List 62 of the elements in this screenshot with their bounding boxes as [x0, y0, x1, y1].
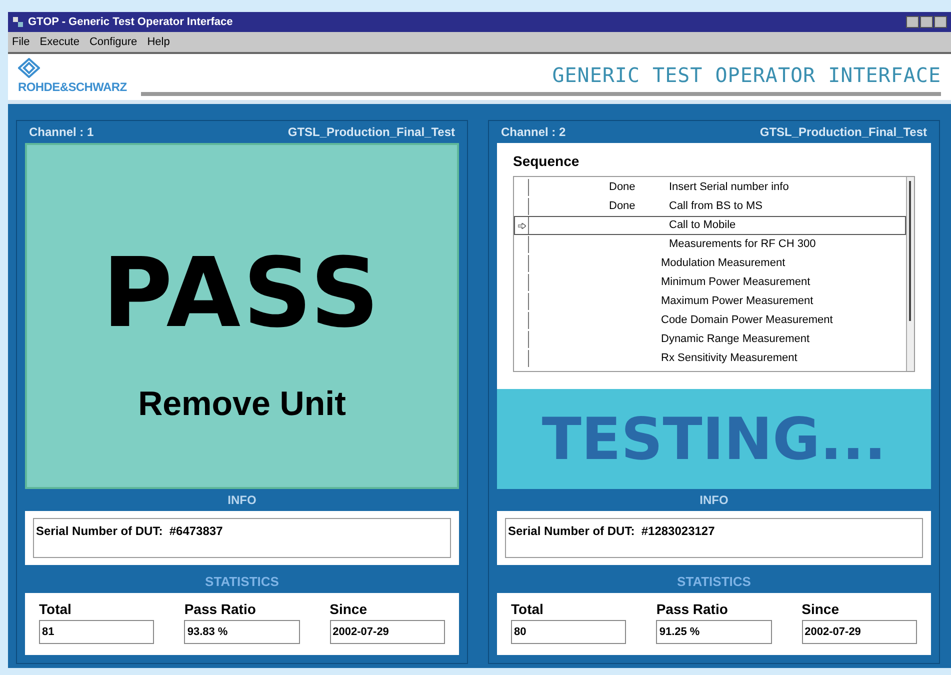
result-headline: PASS — [102, 245, 382, 341]
step-status: Done — [609, 181, 636, 194]
stat-label: Pass Ratio — [656, 600, 729, 619]
menu-item[interactable]: Help — [147, 34, 170, 50]
stat-field: 2002-07-29 — [802, 620, 917, 644]
stat-label: Total — [39, 600, 72, 619]
stat-label: Since — [802, 600, 840, 619]
step-name: Modulation Measurement — [661, 256, 786, 272]
step-name: Minimum Power Measurement — [661, 275, 810, 290]
step-name: Code Domain Power Measurement — [661, 313, 833, 328]
status-text: TESTING... — [542, 404, 886, 474]
sequence-title: Sequence — [513, 152, 580, 171]
stat-field: 91.25 % — [656, 620, 772, 644]
sequence-row[interactable]: Measurements for RF CH 300 — [514, 235, 906, 254]
sequence-row[interactable]: Modulation Measurement — [514, 254, 906, 273]
close-button[interactable] — [934, 16, 947, 28]
stat-field: 80 — [511, 620, 626, 644]
window-title: GTOP - Generic Test Operator Interface — [28, 14, 234, 30]
sequence-row[interactable]: Done Call from BS to MS — [514, 197, 906, 216]
channel-label: Channel : 1 — [29, 124, 94, 141]
sequence-row[interactable]: Call to Mobile — [514, 216, 906, 235]
step-name: Rx Sensitivity Measurement — [661, 351, 798, 366]
stat-field: 81 — [39, 620, 154, 644]
arrow-icon — [518, 222, 526, 228]
sequence-row[interactable]: Minimum Power Measurement — [514, 273, 906, 292]
sequence-row[interactable]: Code Domain Power Measurement — [514, 311, 906, 330]
test-name: GTSL_Production_Final_Test — [760, 124, 927, 141]
step-status: Done — [609, 200, 636, 212]
app-icon — [12, 16, 24, 28]
step-name: Maximum Power Measurement — [661, 294, 814, 310]
test-name: GTSL_Production_Final_Test — [288, 124, 455, 141]
channel-label: Channel : 2 — [501, 124, 566, 141]
maximize-button[interactable] — [920, 16, 933, 28]
statistics-title: STATISTICS — [205, 573, 279, 592]
result-message: Remove Unit — [138, 384, 346, 425]
step-name: Measurements for RF CH 300 — [669, 237, 816, 252]
info-title: INFO — [228, 492, 256, 509]
serial-number-text: Serial Number of DUT: #6473837 — [36, 524, 223, 538]
diamond-logo-icon — [18, 58, 40, 78]
menu-item[interactable]: Configure — [89, 34, 138, 50]
stat-field: 93.83 % — [184, 620, 300, 644]
statistics-title: STATISTICS — [677, 573, 751, 592]
sequence-row[interactable]: Maximum Power Measurement — [514, 292, 906, 311]
step-name: Call from BS to MS — [669, 199, 763, 214]
app-heading: GENERIC TEST OPERATOR INTERFACE — [552, 62, 941, 89]
serial-number-text: Serial Number of DUT: #1283023127 — [508, 524, 715, 538]
info-title: INFO — [700, 492, 728, 509]
sequence-row[interactable]: Dynamic Range Measurement — [514, 330, 906, 349]
sequence-row[interactable]: Rx Sensitivity Measurement — [514, 349, 906, 368]
minimize-button[interactable] — [906, 16, 919, 28]
step-name: Insert Serial number info — [669, 180, 789, 196]
logo-text: ROHDE&SCHWARZ — [18, 79, 127, 96]
step-name: Dynamic Range Measurement — [661, 332, 810, 348]
stat-label: Total — [511, 600, 544, 619]
menu-item[interactable]: File — [12, 34, 30, 50]
sequence-row[interactable]: Done Insert Serial number info — [514, 178, 906, 197]
stat-field: 2002-07-29 — [330, 620, 445, 644]
scrollbar[interactable] — [906, 177, 914, 371]
stat-label: Since — [330, 600, 368, 619]
step-name: Call to Mobile — [669, 218, 736, 234]
menu-item[interactable]: Execute — [40, 34, 80, 50]
stat-label: Pass Ratio — [184, 600, 257, 619]
